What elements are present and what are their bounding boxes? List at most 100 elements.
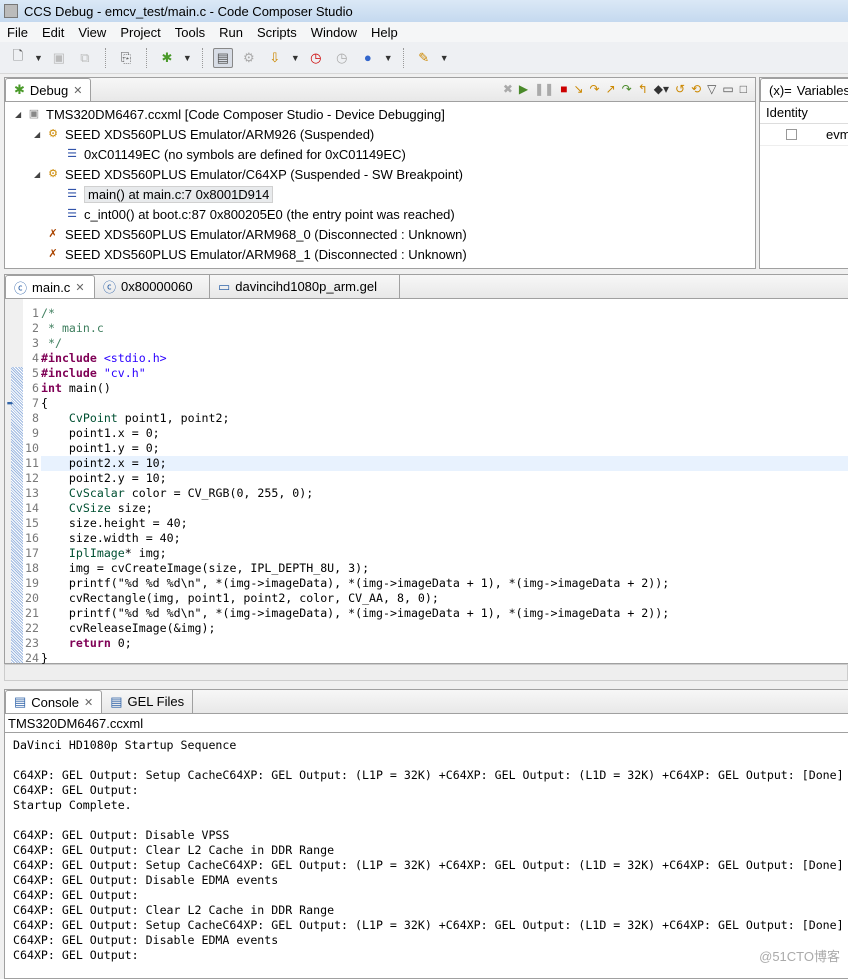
main-toolbar: 🗋 ▼ ▣ ⧉ ⎘ ✱ ▼ ▤ ⚙ ⇩ ▼ ◷ ◷ ● ▼ ✎ ▼ <box>0 42 848 74</box>
console-line: C64XP: GEL Output: Setup CacheC64XP: GEL… <box>13 918 844 932</box>
menu-run[interactable]: Run <box>212 25 250 40</box>
expression-dropdown[interactable]: ▼ <box>384 53 393 63</box>
expand-triangle-icon[interactable]: ◢ <box>34 130 46 139</box>
suspend-icon[interactable]: ❚❚ <box>534 82 554 96</box>
tools-dropdown[interactable]: ▼ <box>440 53 449 63</box>
tab-gel-files[interactable]: ▤ GEL Files <box>102 690 194 713</box>
resume-icon[interactable]: ▶ <box>519 82 528 96</box>
menu-file[interactable]: File <box>0 25 35 40</box>
menu-help[interactable]: Help <box>364 25 405 40</box>
disconnected-cpu-icon: ✗ <box>48 248 58 260</box>
line-number: 20 <box>25 591 39 605</box>
code-line: size.width = 40; <box>41 531 181 545</box>
tab-debug[interactable]: ✱ Debug ✕ <box>5 78 92 101</box>
tab-label: Variables <box>796 82 848 98</box>
skip-breakpoints-icon[interactable]: ◷ <box>332 48 352 68</box>
menu-view[interactable]: View <box>71 25 113 40</box>
instruction-pointer-icon: ➨ <box>7 396 14 410</box>
line-number: 1 <box>32 306 39 320</box>
code-line: */ <box>41 336 62 350</box>
debug-tree-item[interactable]: ☰ main() at main.c:7 0x8001D914 <box>5 184 755 204</box>
line-number: 3 <box>32 336 39 350</box>
save-icon[interactable]: ▣ <box>49 48 69 68</box>
breakpoint-icon[interactable]: ◷ <box>306 48 326 68</box>
tab-console[interactable]: ▤ Console ✕ <box>5 690 103 713</box>
tab-editor-0[interactable]: ⓒ main.c ✕ <box>5 275 95 298</box>
debug-tree-item[interactable]: ◢ ▣ TMS320DM6467.ccxml [Code Composer Stud… <box>5 104 755 124</box>
tab-editor-2[interactable]: ▭ davincihd1080p_arm.gel <box>210 275 400 298</box>
close-icon[interactable]: ✕ <box>75 281 84 294</box>
console-line: Startup Complete. <box>13 798 132 812</box>
new-icon[interactable]: 🗋 <box>8 48 28 68</box>
restart-icon[interactable]: ↺ <box>675 82 685 96</box>
expand-triangle-icon[interactable]: ◢ <box>15 110 27 119</box>
variable-row[interactable]: evm <box>760 124 848 146</box>
console-line: C64XP: GEL Output: <box>13 948 146 962</box>
console-output[interactable]: DaVinci HD1080p Startup Sequence C64XP: G… <box>5 733 848 963</box>
line-number: 11 <box>25 456 39 470</box>
save-all-icon[interactable]: ⧉ <box>75 48 95 68</box>
line-number: 14 <box>25 501 39 515</box>
stack-frame-icon: ☰ <box>67 148 77 160</box>
close-icon[interactable]: ✕ <box>73 84 82 97</box>
reset-icon[interactable]: ◆▾ <box>654 82 669 96</box>
debug-bug-icon[interactable]: ✱ <box>157 48 177 68</box>
stack-frame-icon: ☰ <box>67 208 77 220</box>
code-line: CvPoint point1, point2; <box>68 411 230 425</box>
assembly-step-icon[interactable]: ↷ <box>622 82 632 96</box>
view-menu-icon[interactable]: ▽ <box>707 82 716 96</box>
tab-variables[interactable]: (x)= Variables <box>760 78 848 101</box>
open-icon[interactable]: ⎘ <box>116 48 136 68</box>
menu-window[interactable]: Window <box>304 25 364 40</box>
debug-dropdown[interactable]: ▼ <box>183 53 192 63</box>
tab-editor-1[interactable]: ⓒ 0x80000060 <box>95 275 210 298</box>
debug-tree-item[interactable]: ✗ SEED XDS560PLUS Emulator/ARM968_1 (Disc… <box>5 244 755 264</box>
console-header: TMS320DM6467.ccxml <box>5 714 848 733</box>
step-return-icon[interactable]: ↗ <box>606 82 616 96</box>
maximize-icon[interactable]: □ <box>740 82 747 96</box>
step-over-icon[interactable]: ↷ <box>590 82 600 96</box>
code-line: point1.x = 0; <box>41 426 160 440</box>
refresh-icon[interactable]: ⟲ <box>691 82 701 96</box>
identity-column-header[interactable]: Identity <box>760 102 848 124</box>
checkbox[interactable] <box>786 129 797 140</box>
line-number: 17 <box>25 546 39 560</box>
menu-tools[interactable]: Tools <box>168 25 212 40</box>
step-out-icon[interactable]: ↰ <box>638 82 648 96</box>
step-into-icon[interactable]: ↘ <box>573 82 583 96</box>
connect-target-icon[interactable]: ▤ <box>212 47 233 68</box>
tools-icon[interactable]: ✎ <box>414 48 434 68</box>
load-program-icon[interactable]: ⇩ <box>265 48 285 68</box>
line-number: 4 <box>32 351 39 365</box>
separator <box>402 47 404 68</box>
code-line: CvSize size; <box>68 501 153 515</box>
minimize-icon[interactable]: ▭ <box>722 82 733 96</box>
file-icon: ⓒ <box>103 280 117 295</box>
horizontal-scrollbar[interactable] <box>4 664 848 681</box>
code-line: IplImage* img; <box>68 546 167 560</box>
variables-view: (x)= Variables Identity evm <box>759 77 848 269</box>
console-line: C64XP: GEL Output: Disable EDMA events <box>13 873 279 887</box>
debug-tree-item[interactable]: ✗ SEED XDS560PLUS Emulator/ARM968_0 (Disc… <box>5 224 755 244</box>
disconnect-icon[interactable]: ⚙ <box>239 48 259 68</box>
menu-edit[interactable]: Edit <box>35 25 71 40</box>
window-title: CCS Debug - emcv_test/main.c - Code Comp… <box>24 3 353 19</box>
debug-tree-item[interactable]: ☰ 0xC01149EC (no symbols are defined for … <box>5 144 755 164</box>
expression-icon[interactable]: ● <box>358 48 378 68</box>
remove-terminated-icon[interactable]: ✖ <box>503 82 513 96</box>
load-dropdown[interactable]: ▼ <box>291 53 300 63</box>
new-dropdown[interactable]: ▼ <box>34 53 43 63</box>
debug-item-label: main() at main.c:7 0x8001D914 <box>84 185 274 203</box>
code-area[interactable]: 1/* 2 * main.c 3 */4 #include <stdio.h> 5 #in… <box>5 299 848 665</box>
debug-tree-item[interactable]: ◢ ⚙ SEED XDS560PLUS Emulator/C64XP (Suspen… <box>5 164 755 184</box>
debug-tree-item[interactable]: ☰ c_int00() at boot.c:87 0x800205E0 (the … <box>5 204 755 224</box>
tab-label: 0x80000060 <box>121 279 193 294</box>
debug-tree-item[interactable]: ◢ ⚙ SEED XDS560PLUS Emulator/ARM926 (Suspe… <box>5 124 755 144</box>
expand-triangle-icon[interactable]: ◢ <box>34 170 46 179</box>
menu-project[interactable]: Project <box>113 25 167 40</box>
close-icon[interactable]: ✕ <box>84 696 93 709</box>
menu-scripts[interactable]: Scripts <box>250 25 304 40</box>
terminate-icon[interactable]: ■ <box>560 82 567 96</box>
line-number: 5 <box>32 366 39 380</box>
